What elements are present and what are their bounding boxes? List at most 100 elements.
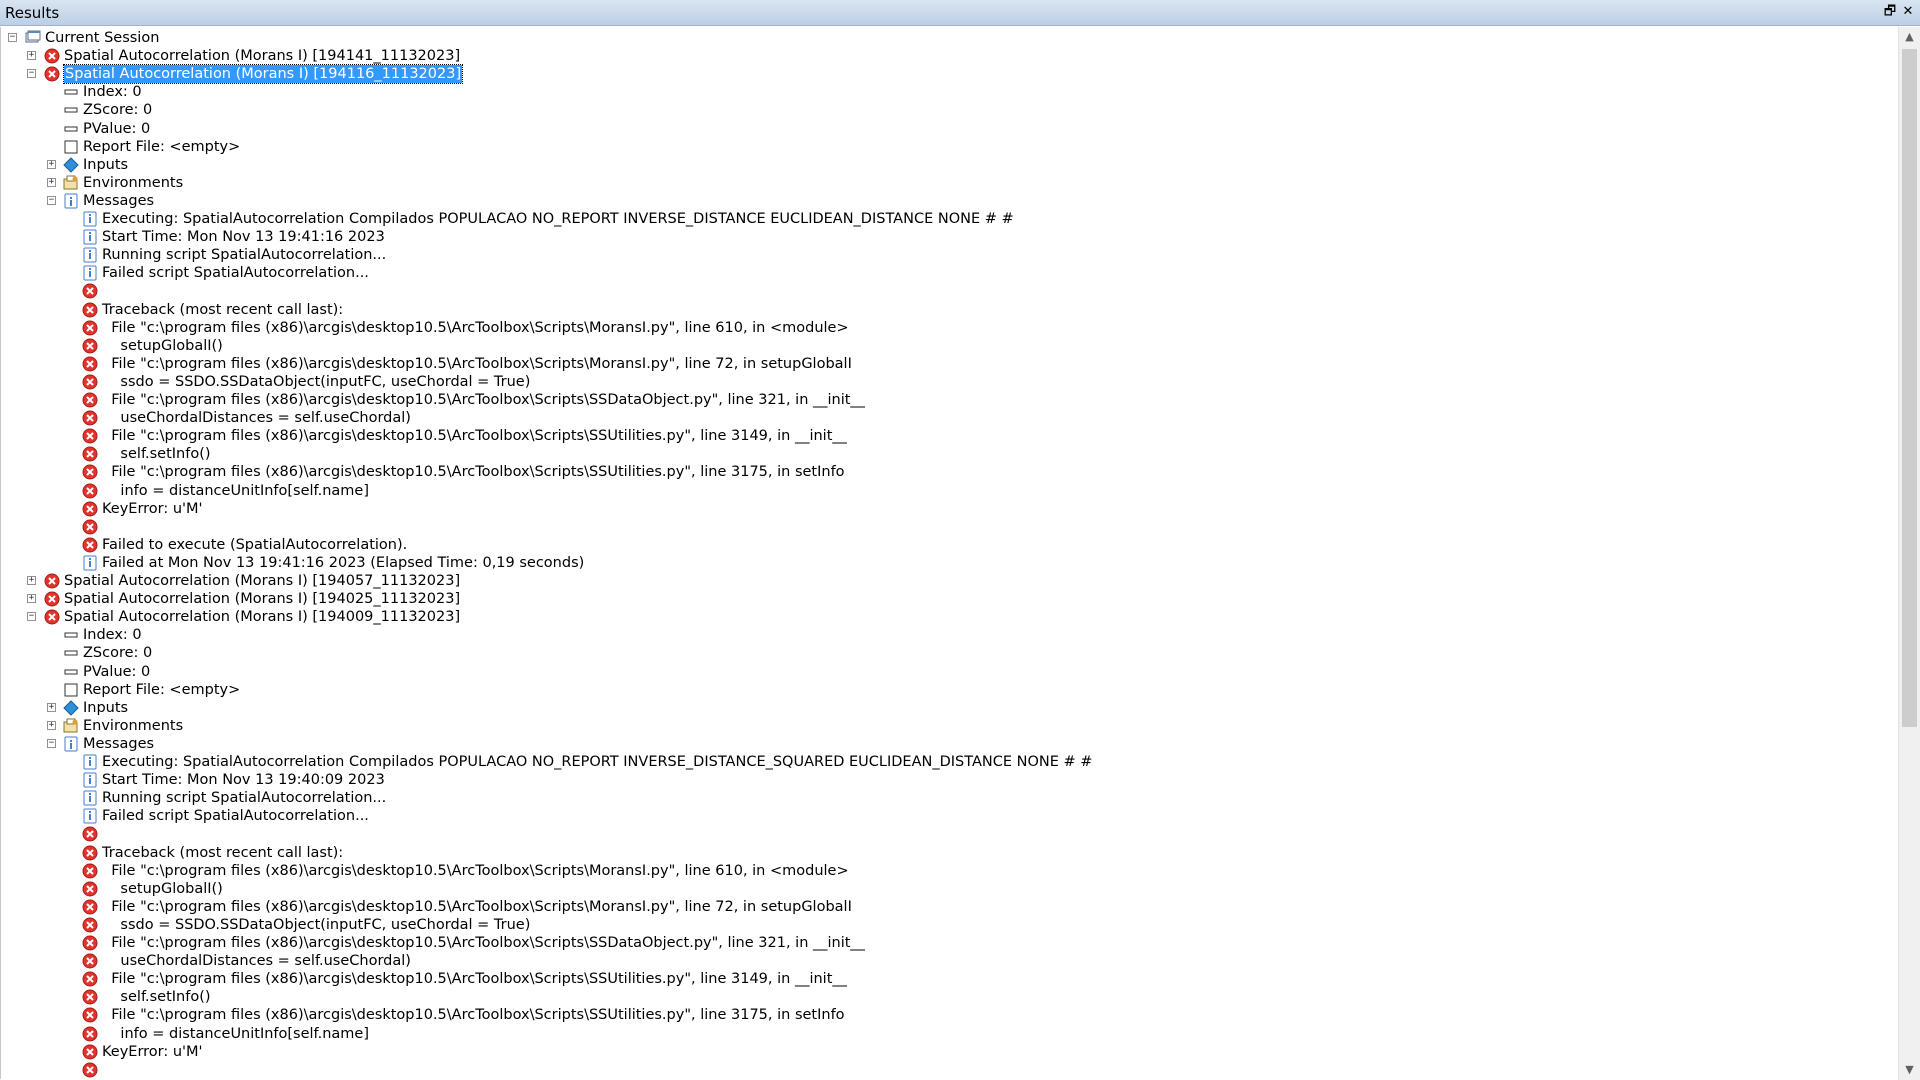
tree-node-label[interactable]: Environments: [83, 717, 183, 735]
tree-node[interactable]: File "c:\program files (x86)\arcgis\desk…: [1, 391, 1898, 409]
tree-node[interactable]: info = distanceUnitInfo[self.name]: [1, 482, 1898, 500]
tree-node-label[interactable]: Start Time: Mon Nov 13 19:41:16 2023: [102, 228, 385, 246]
expand-icon[interactable]: +: [47, 159, 56, 169]
tree-node-label[interactable]: File "c:\program files (x86)\arcgis\desk…: [102, 862, 848, 880]
tree-node[interactable]: Failed at Mon Nov 13 19:41:16 2023 (Elap…: [1, 554, 1898, 572]
collapse-icon[interactable]: −: [47, 738, 56, 748]
tree-node[interactable]: + Spatial Autocorrelation (Morans I) [194…: [1, 572, 1898, 590]
tree-node[interactable]: − Current Session: [1, 29, 1898, 47]
tree-node[interactable]: Failed to execute (SpatialAutocorrelatio…: [1, 536, 1898, 554]
tree-node-label[interactable]: useChordalDistances = self.useChordal): [102, 409, 411, 427]
scroll-thumb[interactable]: [1902, 49, 1917, 727]
tree-node-label[interactable]: PValue: 0: [83, 663, 150, 681]
tree-node-label[interactable]: File "c:\program files (x86)\arcgis\desk…: [102, 355, 852, 373]
tree-node-label[interactable]: Inputs: [83, 156, 128, 174]
tree-node-label[interactable]: Inputs: [83, 699, 128, 717]
tree-node[interactable]: File "c:\program files (x86)\arcgis\desk…: [1, 898, 1898, 916]
tree-node[interactable]: File "c:\program files (x86)\arcgis\desk…: [1, 427, 1898, 445]
tree-node[interactable]: setupGlobalI(): [1, 337, 1898, 355]
tree-node[interactable]: + Inputs: [1, 699, 1898, 717]
tree-node-label[interactable]: ZScore: 0: [83, 644, 152, 662]
tree-node[interactable]: useChordalDistances = self.useChordal): [1, 409, 1898, 427]
tree-node-label[interactable]: Start Time: Mon Nov 13 19:40:09 2023: [102, 771, 385, 789]
tree-node[interactable]: Index: 0: [1, 83, 1898, 101]
results-tree[interactable]: − Current Session + Spatial Autocorrelation…: [0, 27, 1898, 1079]
tree-node[interactable]: + Environments: [1, 174, 1898, 192]
tree-node-label[interactable]: File "c:\program files (x86)\arcgis\desk…: [102, 427, 847, 445]
collapse-icon[interactable]: −: [47, 195, 56, 205]
tree-node[interactable]: Report File: <empty>: [1, 138, 1898, 156]
tree-node[interactable]: File "c:\program files (x86)\arcgis\desk…: [1, 862, 1898, 880]
tree-node[interactable]: File "c:\program files (x86)\arcgis\desk…: [1, 463, 1898, 481]
tree-node-label[interactable]: File "c:\program files (x86)\arcgis\desk…: [102, 898, 852, 916]
tree-node-label[interactable]: Failed at Mon Nov 13 19:41:16 2023 (Elap…: [102, 554, 584, 572]
tree-node-label[interactable]: Failed script SpatialAutocorrelation...: [102, 264, 369, 282]
tree-node[interactable]: Executing: SpatialAutocorrelation Compil…: [1, 753, 1898, 771]
tree-node[interactable]: − Spatial Autocorrelation (Morans I) [194…: [1, 64, 1898, 85]
tree-node-label[interactable]: Environments: [83, 174, 183, 192]
tree-node[interactable]: File "c:\program files (x86)\arcgis\desk…: [1, 970, 1898, 988]
tree-node[interactable]: File "c:\program files (x86)\arcgis\desk…: [1, 319, 1898, 337]
tree-node[interactable]: setupGlobalI(): [1, 880, 1898, 898]
tree-node-label[interactable]: ssdo = SSDO.SSDataObject(inputFC, useCho…: [102, 373, 530, 391]
tree-node[interactable]: Report File: <empty>: [1, 681, 1898, 699]
tree-node-label[interactable]: Report File: <empty>: [83, 681, 240, 699]
tree-node-label[interactable]: self.setInfo(): [102, 445, 210, 463]
tree-node[interactable]: − Spatial Autocorrelation (Morans I) [194…: [1, 608, 1898, 626]
tree-node[interactable]: ZScore: 0: [1, 644, 1898, 662]
tree-node-label[interactable]: Executing: SpatialAutocorrelation Compil…: [102, 753, 1092, 771]
tree-node-label[interactable]: Running script SpatialAutocorrelation...: [102, 789, 386, 807]
tree-node-label[interactable]: Index: 0: [83, 626, 142, 644]
expand-icon[interactable]: +: [47, 702, 56, 712]
tree-node-label[interactable]: Spatial Autocorrelation (Morans I) [1940…: [64, 608, 460, 626]
tree-node[interactable]: Traceback (most recent call last):: [1, 844, 1898, 862]
tree-node[interactable]: Index: 0: [1, 626, 1898, 644]
expand-icon[interactable]: +: [47, 177, 56, 187]
tree-node[interactable]: KeyError: u'M': [1, 500, 1898, 518]
tree-node-label[interactable]: PValue: 0: [83, 120, 150, 138]
tree-node-label[interactable]: Spatial Autocorrelation (Morans I) [1940…: [64, 590, 460, 608]
tree-node[interactable]: Failed script SpatialAutocorrelation...: [1, 807, 1898, 825]
tree-node[interactable]: PValue: 0: [1, 663, 1898, 681]
vertical-scrollbar[interactable]: ▲ ▼: [1898, 27, 1920, 1080]
tree-node[interactable]: Traceback (most recent call last):: [1, 301, 1898, 319]
tree-node-label[interactable]: File "c:\program files (x86)\arcgis\desk…: [102, 934, 865, 952]
collapse-icon[interactable]: −: [27, 612, 36, 622]
tree-node[interactable]: useChordalDistances = self.useChordal): [1, 952, 1898, 970]
tree-node[interactable]: [1, 1061, 1898, 1079]
tree-node[interactable]: Executing: SpatialAutocorrelation Compil…: [1, 210, 1898, 228]
scroll-up-icon[interactable]: ▲: [1899, 27, 1920, 47]
close-icon[interactable]: ✕: [1900, 3, 1916, 21]
tree-node[interactable]: Failed script SpatialAutocorrelation...: [1, 264, 1898, 282]
tree-node-label[interactable]: info = distanceUnitInfo[self.name]: [102, 482, 369, 500]
tree-node-label[interactable]: setupGlobalI(): [102, 880, 222, 898]
tree-node[interactable]: [1, 825, 1898, 843]
tree-node-label[interactable]: Failed script SpatialAutocorrelation...: [102, 807, 369, 825]
tree-node-label[interactable]: useChordalDistances = self.useChordal): [102, 952, 411, 970]
tree-node-label[interactable]: Executing: SpatialAutocorrelation Compil…: [102, 210, 1014, 228]
tree-node-label[interactable]: File "c:\program files (x86)\arcgis\desk…: [102, 463, 844, 481]
tree-node[interactable]: [1, 282, 1898, 300]
tree-node-label[interactable]: ssdo = SSDO.SSDataObject(inputFC, useCho…: [102, 916, 530, 934]
tree-node[interactable]: − Messages: [1, 192, 1898, 210]
expand-icon[interactable]: +: [47, 720, 56, 730]
tree-node[interactable]: − Messages: [1, 735, 1898, 753]
tree-node[interactable]: ssdo = SSDO.SSDataObject(inputFC, useCho…: [1, 916, 1898, 934]
tree-node-label[interactable]: KeyError: u'M': [102, 500, 203, 518]
tree-node[interactable]: self.setInfo(): [1, 445, 1898, 463]
tree-node-label[interactable]: Failed to execute (SpatialAutocorrelatio…: [102, 536, 407, 554]
tree-node[interactable]: self.setInfo(): [1, 988, 1898, 1006]
tree-node[interactable]: + Spatial Autocorrelation (Morans I) [194…: [1, 47, 1898, 65]
tree-node[interactable]: ssdo = SSDO.SSDataObject(inputFC, useCho…: [1, 373, 1898, 391]
tree-node[interactable]: Running script SpatialAutocorrelation...: [1, 246, 1898, 264]
tree-node-label[interactable]: Running script SpatialAutocorrelation...: [102, 246, 386, 264]
tree-node-label[interactable]: Spatial Autocorrelation (Morans I) [1940…: [64, 572, 460, 590]
tree-node[interactable]: Running script SpatialAutocorrelation...: [1, 789, 1898, 807]
tree-node[interactable]: File "c:\program files (x86)\arcgis\desk…: [1, 355, 1898, 373]
tree-node-label[interactable]: File "c:\program files (x86)\arcgis\desk…: [102, 319, 848, 337]
tree-node[interactable]: + Spatial Autocorrelation (Morans I) [194…: [1, 590, 1898, 608]
tree-node-label[interactable]: File "c:\program files (x86)\arcgis\desk…: [102, 1006, 844, 1024]
tree-node-label[interactable]: File "c:\program files (x86)\arcgis\desk…: [102, 970, 847, 988]
tree-node-label[interactable]: ZScore: 0: [83, 101, 152, 119]
scroll-down-icon[interactable]: ▼: [1899, 1060, 1920, 1080]
